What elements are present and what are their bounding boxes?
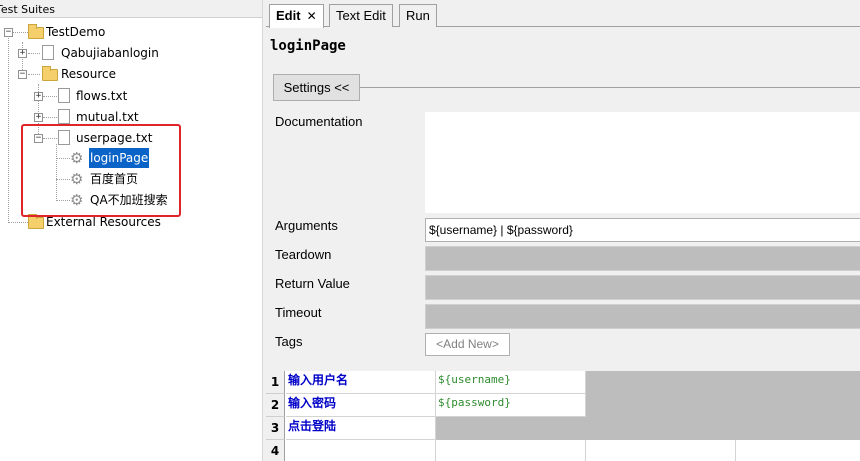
settings-toggle-button[interactable]: Settings << — [273, 74, 360, 101]
close-icon[interactable]: ✕ — [307, 9, 317, 23]
row-number[interactable]: 1 — [266, 371, 285, 394]
row-number[interactable]: 2 — [266, 394, 285, 417]
timeout-label: Timeout — [275, 305, 322, 320]
return-value-field[interactable] — [425, 275, 860, 300]
documentation-label: Documentation — [275, 114, 363, 129]
test-suites-tree[interactable]: Test Suites − + − + + − TestDemo Qabujia… — [0, 0, 262, 461]
keyword-cell[interactable]: 点击登陆 — [286, 417, 436, 440]
tree-item-label: Resource — [61, 67, 117, 81]
steps-grid[interactable]: 1 输入用户名 ${username} 2 输入密码 ${password} 3… — [266, 371, 860, 461]
tab-edit[interactable]: Edit ✕ — [269, 4, 324, 28]
tree-item-label: Qabujiabanlogin — [61, 46, 159, 60]
tree-connector — [28, 53, 40, 54]
argument-cell[interactable] — [736, 440, 860, 461]
file-icon — [42, 45, 54, 60]
tree-header: Test Suites — [0, 0, 262, 18]
tree-connector — [8, 222, 28, 223]
timeout-field[interactable] — [425, 304, 860, 329]
arguments-label: Arguments — [275, 218, 338, 233]
tab-label: Edit — [276, 8, 301, 23]
expand-flows-icon[interactable]: + — [34, 92, 43, 101]
keyword-cell[interactable]: 输入密码 — [286, 394, 436, 417]
argument-cell[interactable] — [586, 440, 736, 461]
tab-label: Run — [406, 8, 430, 23]
tab-text-edit[interactable]: Text Edit — [329, 4, 393, 27]
row-number[interactable]: 3 — [266, 417, 285, 440]
editor-tabbar: Edit ✕ Text Edit Run — [266, 0, 860, 28]
argument-cell[interactable]: ${password} — [436, 394, 586, 417]
add-tag-button[interactable]: <Add New> — [425, 333, 510, 356]
edit-panel: loginPage Settings << Documentation Argu… — [266, 28, 860, 461]
folder-icon — [28, 24, 44, 39]
argument-cell[interactable]: ${username} — [436, 371, 586, 394]
tree-connector — [28, 74, 40, 75]
resource-file-icon — [58, 88, 70, 103]
folder-icon — [28, 214, 44, 229]
teardown-field[interactable] — [425, 246, 860, 271]
page-title: loginPage — [270, 38, 346, 54]
tags-label: Tags — [275, 334, 303, 349]
expand-mutual-icon[interactable]: + — [34, 113, 43, 122]
teardown-label: Teardown — [275, 247, 332, 262]
documentation-field[interactable] — [425, 112, 860, 213]
tree-connector — [8, 38, 9, 223]
highlight-annotation-box — [21, 124, 181, 217]
tree-item-label: TestDemo — [46, 25, 106, 39]
resource-file-icon — [58, 109, 70, 124]
grid-disabled-area — [586, 371, 860, 417]
tree-connector — [43, 96, 57, 97]
argument-cell[interactable] — [436, 440, 586, 461]
grid-disabled-area — [436, 417, 860, 440]
editor-pane: Edit ✕ Text Edit Run loginPage Settings <… — [266, 0, 860, 461]
tree-item-label: flows.txt — [76, 89, 128, 103]
keyword-cell[interactable]: 输入用户名 — [286, 371, 436, 394]
row-number[interactable]: 4 — [266, 440, 285, 461]
folder-icon — [42, 66, 58, 81]
arguments-field[interactable]: ${username} | ${password} — [425, 218, 860, 242]
keyword-cell[interactable] — [286, 440, 436, 461]
collapse-resource-icon[interactable]: − — [18, 70, 27, 79]
collapse-testdemo-icon[interactable]: − — [4, 28, 13, 37]
return-value-label: Return Value — [275, 276, 350, 291]
settings-divider — [360, 87, 860, 88]
tab-run[interactable]: Run — [399, 4, 437, 27]
tab-label: Text Edit — [336, 8, 386, 23]
expand-qabujiabanlogin-icon[interactable]: + — [18, 49, 27, 58]
tree-connector — [43, 117, 57, 118]
